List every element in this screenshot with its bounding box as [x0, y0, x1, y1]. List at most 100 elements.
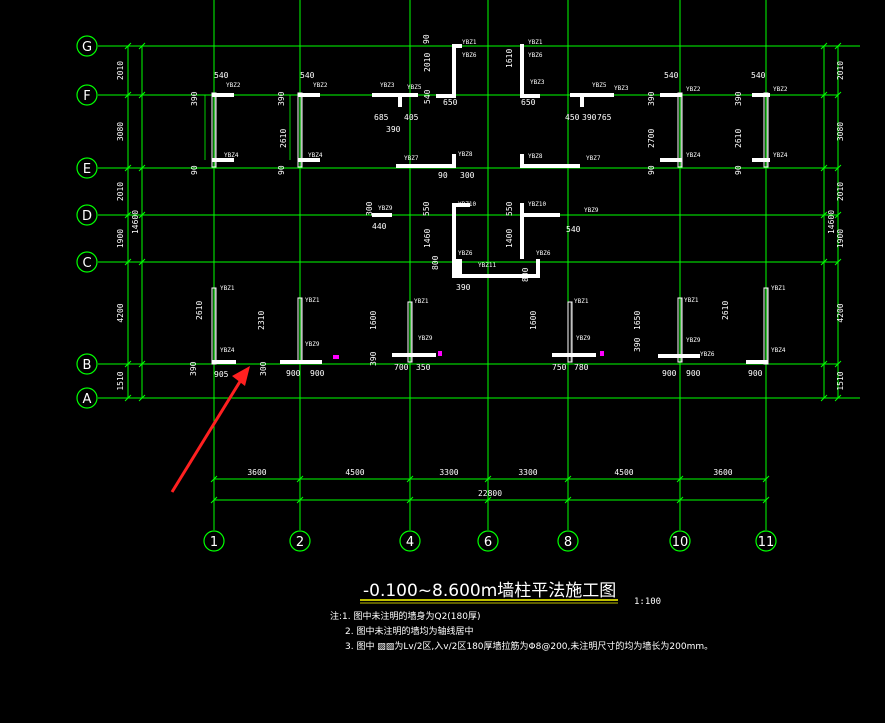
wall-dim-label: 2700 [647, 129, 656, 148]
wall-dim-label: 800 [521, 267, 530, 282]
wall-dim-label: YBZ9 [305, 341, 320, 348]
wall-segment [212, 93, 234, 97]
wall-dim-label: 700 [394, 363, 409, 372]
wall-dim-label: YBZ4 [308, 152, 323, 159]
wall-dim-label: 540 [566, 225, 581, 234]
wall-dim-label: YBZ4 [686, 152, 701, 159]
wall-segment [746, 360, 768, 364]
wall-dim-label: 300 [365, 201, 374, 216]
wall-dim-label: 2610 [734, 129, 743, 148]
axis-label-10: 10 [672, 535, 689, 550]
wall-dim-label: 405 [404, 113, 419, 122]
wall-segment [658, 354, 700, 358]
wall-segment [752, 93, 770, 97]
wall-dim-label: 900 [310, 369, 325, 378]
wall-dim-label: 900 [748, 369, 763, 378]
axis-label-11: 11 [758, 535, 775, 550]
dim-left-3: 1900 [116, 229, 125, 248]
wall-dim-label: 1600 [529, 311, 538, 330]
axis-label-A: A [83, 392, 92, 407]
axis-label-8: 8 [564, 535, 572, 550]
wall-segment [520, 213, 560, 217]
wall-dim-label: YBZ2 [313, 82, 328, 89]
wall-dim-label: YBZ1 [305, 297, 320, 304]
wall-dim-label: YBZ4 [220, 347, 235, 354]
wall-dim-label: 900 [686, 369, 701, 378]
wall-segment [452, 203, 456, 259]
wall-dim-label: 1400 [505, 229, 514, 248]
wall-dim-label: YBZ2 [226, 82, 241, 89]
wall-segment [580, 93, 584, 107]
wall-dim-label: 540 [423, 89, 432, 104]
wall-dim-label: YBZ6 [462, 52, 477, 59]
dim-bottom-0: 3600 [247, 468, 266, 477]
wall-dim-label: YBZ6 [458, 250, 473, 257]
wall-dim-label: 390 [386, 125, 401, 134]
wall-dim-label: 1610 [505, 49, 514, 68]
wall-dim-label: 300 [460, 171, 475, 180]
wall-dim-label: 540 [300, 71, 315, 80]
wall-dim-label: 2610 [279, 129, 288, 148]
wall-segment [280, 360, 322, 364]
wall-dim-label: YBZ9 [378, 205, 393, 212]
dim-bottom-1: 4500 [345, 468, 364, 477]
wall-dim-label: 2610 [721, 301, 730, 320]
wall-dim-label: 900 [662, 369, 677, 378]
wall-dim-label: YBZ1 [220, 285, 235, 292]
note-3: 3. 图中 ▨▨为Lv/2区,入v/2区180厚墙拉筋为Φ8@200,未注明尺寸… [345, 640, 713, 652]
wall-dim-label: 2010 [423, 53, 432, 72]
wall-dim-label: 390 [277, 91, 286, 106]
dim-left-1: 3080 [116, 122, 125, 141]
wall-dim-label: 540 [214, 71, 229, 80]
wall-dim-label: 900 [286, 369, 301, 378]
wall-dim-label: YBZ11 [478, 262, 496, 269]
wall-segment [552, 353, 596, 357]
wall-dim-label: 90 [422, 34, 431, 44]
wall-segment [372, 213, 392, 217]
wall-dim-label: 390 [189, 361, 198, 376]
wall-dim-label: YBZ10 [528, 201, 546, 208]
wall-dim-label: YBZ6 [536, 250, 551, 257]
wall-dim-label: 390 [734, 91, 743, 106]
dim-right-0: 2010 [836, 61, 845, 80]
dim-right-3: 1900 [836, 229, 845, 248]
wall-dim-label: 685 [374, 113, 389, 122]
wall-dim-label: YBZ5 [592, 82, 607, 89]
floor-plan-drawing: 2010308020101900420015101460020103080201… [76, 0, 860, 652]
dim-right-2: 2010 [836, 182, 845, 201]
wall-segment [520, 164, 580, 168]
axis-label-G: G [82, 40, 92, 55]
note-1: 注:1. 图中未注明的墙身为Q2(180厚) [330, 610, 481, 622]
wall-dim-label: YBZ1 [528, 39, 543, 46]
wall-segment [392, 353, 436, 357]
wall-segment [520, 44, 524, 98]
wall-dim-label: 550 [422, 201, 431, 216]
wall-segment [298, 93, 320, 97]
wall-dim-label: 390 [647, 91, 656, 106]
wall-dim-label: YBZ4 [224, 152, 239, 159]
wall-segment [660, 158, 682, 162]
wall-dim-label: YBZ1 [684, 297, 699, 304]
wall-dim-label: 450 [565, 113, 580, 122]
dim-bottom-2: 3300 [439, 468, 458, 477]
wall-segment [452, 154, 456, 168]
wall-dim-label: 540 [664, 71, 679, 80]
wall-dim-label: YBZ3 [614, 85, 629, 92]
dim-left-0: 2010 [116, 61, 125, 80]
wall-dim-label: 2610 [195, 301, 204, 320]
wall-segment [212, 360, 236, 364]
wall-dim-label: YBZ9 [418, 335, 433, 342]
axis-label-4: 4 [406, 535, 414, 550]
wall-dim-label: 390 [369, 351, 378, 366]
axis-label-6: 6 [484, 535, 492, 550]
dim-right-total: 14600 [827, 210, 836, 234]
wall-segment [752, 158, 770, 162]
dim-bottom-total: 22800 [478, 489, 502, 498]
dim-left-5: 1510 [116, 371, 125, 390]
drawing-scale: 1:100 [634, 597, 661, 607]
wall-dim-label: 390 [456, 283, 471, 292]
wall-dim-label: YBZ7 [404, 155, 419, 162]
wall-dim-label: YBZ8 [458, 151, 473, 158]
wall-dim-label: 1460 [423, 229, 432, 248]
wall-dim-label: 765 [597, 113, 612, 122]
